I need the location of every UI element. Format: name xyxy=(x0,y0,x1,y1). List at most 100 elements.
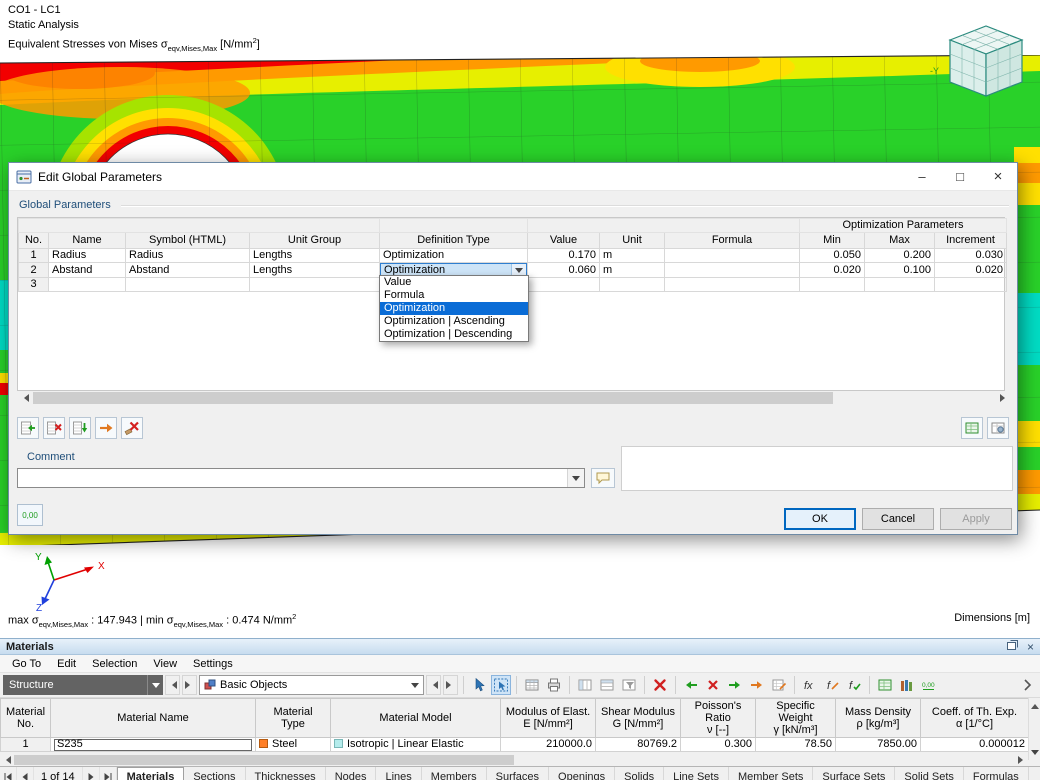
edit-table-icon[interactable] xyxy=(769,675,789,695)
tab-solids[interactable]: Solids xyxy=(615,767,664,780)
scroll-down-icon[interactable] xyxy=(1029,748,1040,760)
unit-group-cell[interactable]: Lengths xyxy=(250,249,380,263)
dropdown-option-formula[interactable]: Formula xyxy=(380,289,528,302)
scroll-up-icon[interactable] xyxy=(1029,698,1040,710)
next-group-icon[interactable] xyxy=(182,675,197,695)
previous-table-icon[interactable] xyxy=(17,767,34,780)
units-settings-button[interactable]: 0,00 xyxy=(17,504,43,526)
table-settings-icon[interactable] xyxy=(987,417,1009,439)
value-cell[interactable]: 0.060 xyxy=(528,263,600,278)
dropdown-option-optimization[interactable]: Optimization xyxy=(380,302,528,315)
view-rows-icon[interactable] xyxy=(597,675,617,695)
name-cell[interactable]: Abstand xyxy=(49,263,126,278)
close-panel-icon[interactable]: × xyxy=(1027,640,1034,654)
tab-nodes[interactable]: Nodes xyxy=(326,767,377,780)
formula-cell[interactable] xyxy=(665,278,800,292)
next-table-icon[interactable] xyxy=(83,767,100,780)
structure-combobox[interactable]: Structure xyxy=(3,675,163,695)
tab-materials[interactable]: Materials xyxy=(117,767,185,780)
tab-members[interactable]: Members xyxy=(422,767,487,780)
units-settings-icon[interactable]: 0,00 xyxy=(919,675,939,695)
formula-fx-icon[interactable]: fx xyxy=(800,675,820,695)
dropdown-option-value[interactable]: Value xyxy=(380,276,528,289)
comment-text-area[interactable] xyxy=(621,446,1013,491)
formula-cell[interactable] xyxy=(665,249,800,263)
scrollbar-thumb[interactable] xyxy=(33,392,833,404)
material-model-cell[interactable]: Isotropic | Linear Elastic xyxy=(331,738,501,752)
add-parameter-icon[interactable] xyxy=(17,417,39,439)
unit-group-cell[interactable]: Lengths xyxy=(250,263,380,278)
menu-selection[interactable]: Selection xyxy=(84,658,145,670)
material-name-focus[interactable]: S235 xyxy=(54,739,252,751)
toolbar-overflow-icon[interactable] xyxy=(1017,675,1037,695)
materials-vertical-scrollbar[interactable] xyxy=(1028,698,1040,760)
definition-type-cell[interactable]: Optimization xyxy=(380,249,528,263)
tab-thicknesses[interactable]: Thicknesses xyxy=(246,767,326,780)
dropdown-option-optimization-ascending[interactable]: Optimization | Ascending xyxy=(380,315,528,328)
prev-group-icon[interactable] xyxy=(165,675,180,695)
row-number[interactable]: 2 xyxy=(19,263,49,278)
mass-density-cell[interactable]: 7850.00 xyxy=(836,738,921,752)
max-cell[interactable]: 0.200 xyxy=(865,249,935,263)
tab-openings[interactable]: Openings xyxy=(549,767,615,780)
shear-modulus-cell[interactable]: 80769.2 xyxy=(596,738,681,752)
unit-cell[interactable]: m xyxy=(600,249,665,263)
table-view-icon[interactable] xyxy=(522,675,542,695)
tab-lines[interactable]: Lines xyxy=(376,767,421,780)
apply-button[interactable]: Apply xyxy=(940,508,1012,530)
tab-member-sets[interactable]: Member Sets xyxy=(729,767,813,780)
close-icon[interactable]: × xyxy=(979,163,1017,190)
modulus-cell[interactable]: 210000.0 xyxy=(501,738,596,752)
menu-go-to[interactable]: Go To xyxy=(4,658,49,670)
filter-table-icon[interactable] xyxy=(619,675,639,695)
cancel-button[interactable]: Cancel xyxy=(862,508,934,530)
scrollbar-thumb[interactable] xyxy=(14,755,514,765)
min-cell[interactable]: 0.020 xyxy=(800,263,865,278)
formula-edit-icon[interactable]: f xyxy=(822,675,842,695)
export-table-icon[interactable] xyxy=(961,417,983,439)
move-parameter-icon[interactable] xyxy=(95,417,117,439)
scroll-left-icon[interactable] xyxy=(0,754,12,766)
insert-parameter-icon[interactable] xyxy=(69,417,91,439)
symbol-cell[interactable] xyxy=(126,278,250,292)
formula-apply-icon[interactable]: f xyxy=(844,675,864,695)
menu-edit[interactable]: Edit xyxy=(49,658,84,670)
maximize-icon[interactable]: □ xyxy=(941,163,979,190)
material-type-cell[interactable]: Steel xyxy=(256,738,331,752)
material-number[interactable]: 1 xyxy=(1,738,51,752)
delete-row-icon[interactable] xyxy=(703,675,723,695)
increment-cell[interactable] xyxy=(935,278,1007,292)
delete-all-parameters-icon[interactable] xyxy=(121,417,143,439)
tab-sections[interactable]: Sections xyxy=(184,767,245,780)
navigation-cube[interactable]: -Y xyxy=(928,14,1032,106)
min-cell[interactable]: 0.050 xyxy=(800,249,865,263)
thermal-exp-cell[interactable]: 0.000012 xyxy=(921,738,1029,752)
unit-group-cell[interactable] xyxy=(250,278,380,292)
materials-horizontal-scrollbar[interactable] xyxy=(0,754,1028,766)
name-cell[interactable] xyxy=(49,278,126,292)
copy-row-icon[interactable] xyxy=(725,675,745,695)
max-cell[interactable] xyxy=(865,278,935,292)
dropdown-option-optimization-descending[interactable]: Optimization | Descending xyxy=(380,328,528,341)
value-cell[interactable]: 0.170 xyxy=(528,249,600,263)
menu-view[interactable]: View xyxy=(145,658,185,670)
scroll-right-icon[interactable] xyxy=(1016,754,1028,766)
delete-parameter-icon[interactable] xyxy=(43,417,65,439)
ok-button[interactable]: OK xyxy=(784,508,856,530)
tab-formulas[interactable]: Formulas xyxy=(964,767,1029,780)
name-cell[interactable]: Radius xyxy=(49,249,126,263)
excel-export-icon[interactable] xyxy=(875,675,895,695)
tab-solid-sets[interactable]: Solid Sets xyxy=(895,767,964,780)
formula-cell[interactable] xyxy=(665,263,800,278)
comment-combobox[interactable] xyxy=(17,468,585,488)
grid-horizontal-scrollbar[interactable] xyxy=(17,391,1011,405)
value-cell[interactable] xyxy=(528,278,600,292)
increment-cell[interactable]: 0.030 xyxy=(935,249,1007,263)
comment-dropdown-icon[interactable] xyxy=(567,469,584,487)
material-name-cell[interactable]: S235 xyxy=(51,738,256,752)
scroll-left-icon[interactable] xyxy=(17,391,31,405)
view-columns-icon[interactable] xyxy=(575,675,595,695)
menu-settings[interactable]: Settings xyxy=(185,658,241,670)
dialog-titlebar[interactable]: Edit Global Parameters – □ × xyxy=(9,163,1017,191)
tab-surfaces[interactable]: Surfaces xyxy=(487,767,549,780)
